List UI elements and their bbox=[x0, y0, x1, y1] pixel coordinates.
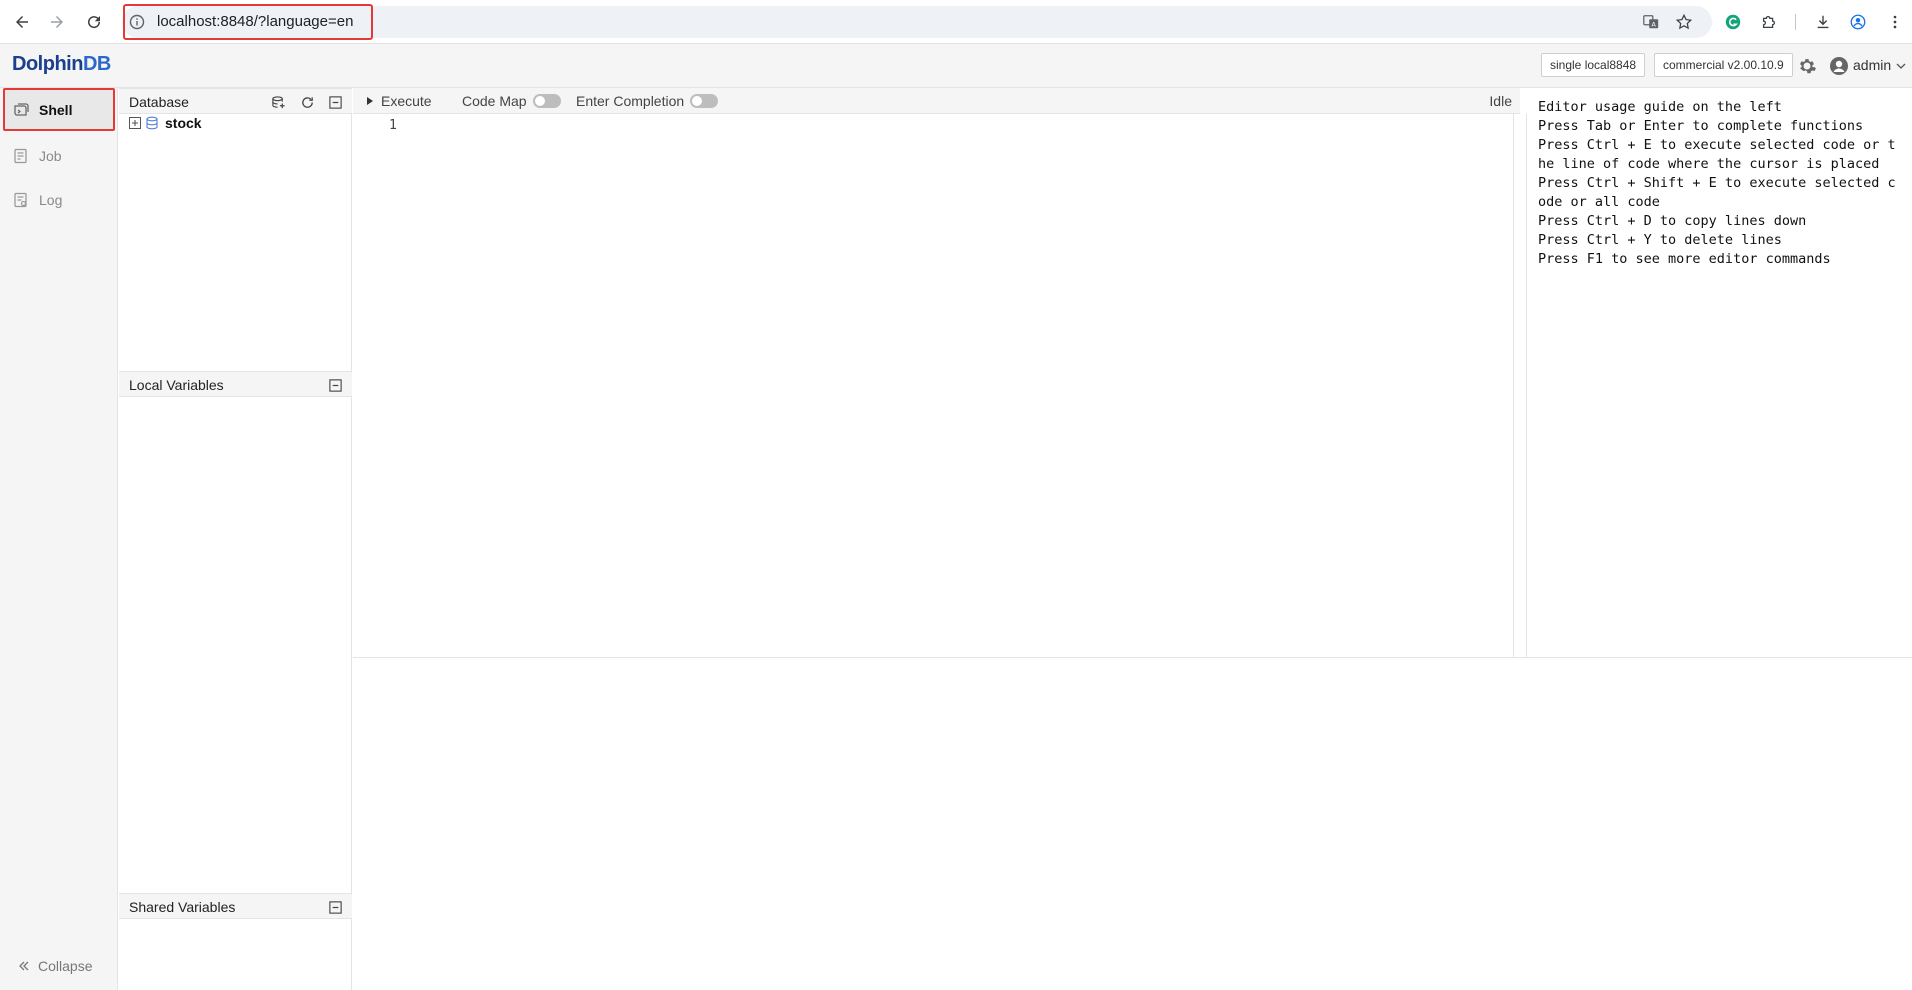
dolphindb-logo[interactable]: DolphinDB bbox=[12, 53, 111, 76]
editor-scrollbar[interactable] bbox=[1513, 114, 1527, 657]
bookmark-star-icon[interactable] bbox=[1674, 12, 1694, 32]
user-menu[interactable]: admin bbox=[1853, 57, 1891, 73]
database-panel-header: Database bbox=[119, 88, 352, 114]
guide-line: ode or all code bbox=[1538, 194, 1660, 210]
node-tag: single local8848 bbox=[1541, 53, 1646, 77]
refresh-icon bbox=[301, 96, 313, 108]
arrow-left-icon bbox=[16, 16, 28, 28]
enter-completion-switch[interactable] bbox=[690, 94, 719, 108]
guide-line: Press Ctrl + D to copy lines down bbox=[1538, 213, 1807, 229]
url-text[interactable]: localhost:8848/?language=en bbox=[157, 13, 353, 30]
toolbar-divider bbox=[1795, 14, 1796, 30]
enter-completion-toggle[interactable]: Enter Completion bbox=[576, 93, 719, 109]
output-panel[interactable] bbox=[353, 657, 1912, 990]
translate-icon[interactable]: A bbox=[1641, 12, 1661, 32]
job-icon bbox=[14, 148, 27, 164]
reload-button[interactable] bbox=[82, 10, 106, 34]
reload-icon bbox=[88, 16, 101, 29]
back-button[interactable] bbox=[10, 10, 34, 34]
download-icon[interactable] bbox=[1813, 12, 1833, 32]
log-icon bbox=[14, 192, 27, 208]
guide-line: Press Tab or Enter to complete functions bbox=[1538, 118, 1864, 134]
forward-button[interactable] bbox=[45, 10, 69, 34]
collapse-shared-variables-button[interactable] bbox=[327, 899, 343, 915]
code-map-switch[interactable] bbox=[532, 94, 561, 108]
browser-toolbar: localhost:8848/?language=en A bbox=[0, 0, 1912, 44]
info-icon[interactable] bbox=[129, 14, 145, 30]
code-editor[interactable]: 1 bbox=[353, 114, 1513, 657]
shared-variables-title: Shared Variables bbox=[129, 899, 236, 915]
expand-plus-icon[interactable] bbox=[129, 117, 141, 129]
guide-line: Press Ctrl + E to execute selected code … bbox=[1538, 137, 1896, 153]
collapse-database-panel-button[interactable] bbox=[327, 94, 343, 110]
version-tag: commercial v2.00.10.9 bbox=[1654, 53, 1793, 77]
guide-line: Press F1 to see more editor commands bbox=[1538, 251, 1831, 267]
sidebar-item-log[interactable]: Log bbox=[0, 180, 118, 220]
left-sidebar: Shell Job Log Collapse bbox=[0, 88, 118, 990]
double-chevron-left-icon bbox=[19, 961, 29, 971]
guide-line: Press Ctrl + Shift + E to execute select… bbox=[1538, 175, 1896, 191]
user-avatar-icon[interactable] bbox=[1829, 56, 1849, 76]
collapse-button[interactable]: Collapse bbox=[18, 958, 92, 974]
more-menu-icon[interactable] bbox=[1885, 12, 1905, 32]
local-variables-panel-header: Local Variables bbox=[119, 371, 352, 397]
sidebar-item-job[interactable]: Job bbox=[0, 136, 118, 176]
editor-usage-guide: Editor usage guide on the left Press Tab… bbox=[1528, 88, 1912, 657]
app-header: DolphinDB single local8848 commercial v2… bbox=[0, 44, 1912, 88]
extensions-puzzle-icon[interactable] bbox=[1759, 12, 1779, 32]
shell-icon bbox=[14, 103, 29, 116]
settings-gear-icon[interactable] bbox=[1797, 56, 1817, 76]
minus-square-icon bbox=[328, 900, 342, 914]
svg-text:A: A bbox=[1652, 22, 1657, 29]
database-add-icon bbox=[271, 95, 285, 108]
guide-line: he line of code where the cursor is plac… bbox=[1538, 156, 1880, 172]
side-panels: Database stock Local Variables Shared Va… bbox=[119, 88, 352, 990]
code-map-toggle[interactable]: Code Map bbox=[462, 93, 561, 109]
minus-square-icon bbox=[328, 378, 342, 392]
create-database-button[interactable] bbox=[270, 94, 286, 110]
editor-toolbar: Execute Code Map Enter Completion Idle bbox=[353, 88, 1520, 114]
play-icon bbox=[367, 97, 373, 105]
chevron-down-icon[interactable] bbox=[1896, 61, 1906, 71]
guide-line: Press Ctrl + Y to delete lines bbox=[1538, 232, 1782, 248]
sidebar-item-shell[interactable]: Shell bbox=[0, 90, 118, 130]
minus-square-icon bbox=[328, 95, 342, 109]
arrow-right-icon bbox=[51, 16, 63, 28]
database-panel-title: Database bbox=[129, 94, 189, 110]
refresh-database-button[interactable] bbox=[299, 94, 315, 110]
local-variables-title: Local Variables bbox=[129, 377, 224, 393]
shared-variables-panel-header: Shared Variables bbox=[119, 893, 352, 919]
database-icon bbox=[146, 116, 158, 130]
grammarly-icon[interactable] bbox=[1723, 12, 1743, 32]
execute-button[interactable]: Execute bbox=[365, 93, 432, 109]
line-number: 1 bbox=[389, 118, 397, 133]
tree-item-stock[interactable]: stock bbox=[129, 115, 202, 131]
profile-icon[interactable] bbox=[1848, 12, 1868, 32]
guide-line: Editor usage guide on the left bbox=[1538, 99, 1782, 115]
collapse-local-variables-button[interactable] bbox=[327, 377, 343, 393]
execution-status: Idle bbox=[1489, 93, 1512, 109]
